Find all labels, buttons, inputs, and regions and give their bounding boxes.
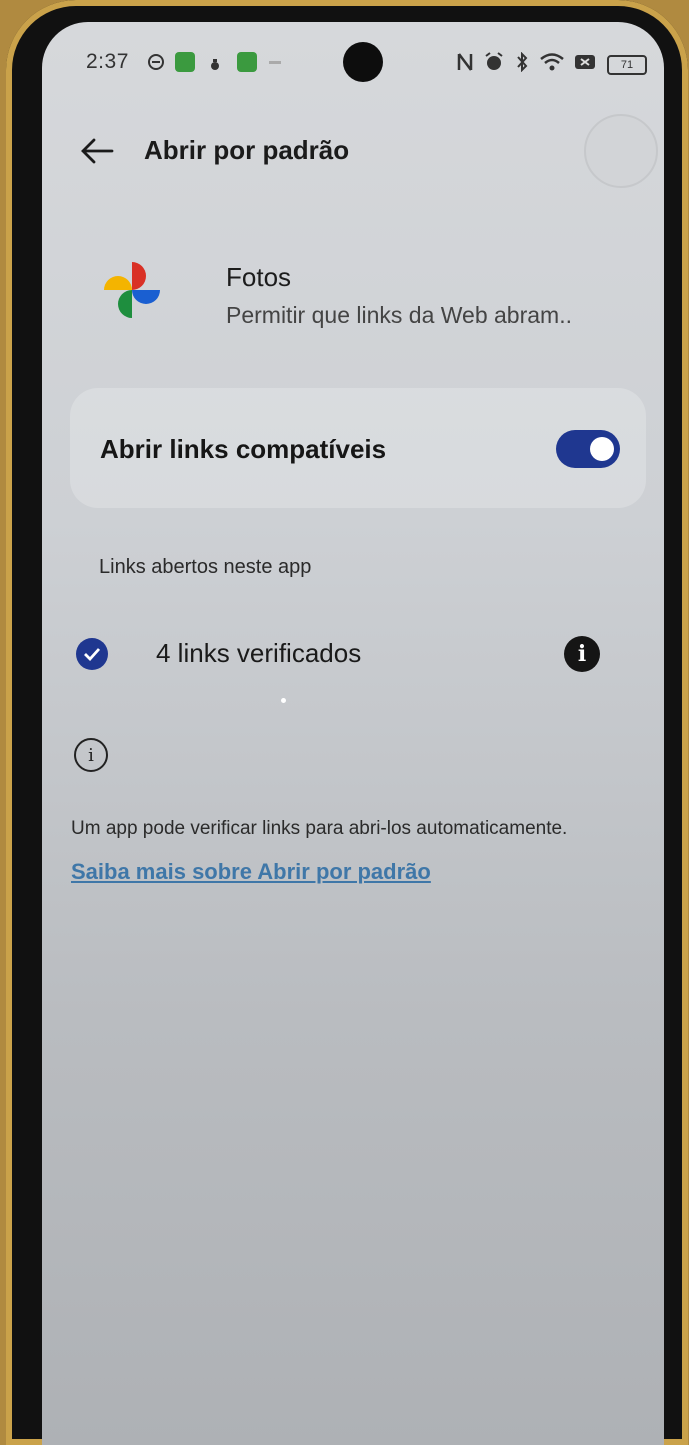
- touch-indicator-dot: [281, 698, 286, 703]
- wifi-icon: [540, 53, 564, 71]
- switch-knob: [590, 437, 614, 461]
- verified-links-row[interactable]: 4 links verificados i: [42, 620, 664, 690]
- alarm-clock-icon: [485, 52, 503, 70]
- status-bar: 2:37 71: [42, 22, 664, 102]
- battery-icon: 71: [607, 55, 647, 75]
- section-header: Links abertos neste app: [99, 556, 312, 578]
- app-bar: Abrir por padrão: [42, 114, 664, 188]
- data-icon: [575, 55, 595, 69]
- app-header: Fotos Permitir que links da Web abram..: [42, 252, 664, 332]
- screen: 2:37 71 Abrir por padrão Fotos Permitir …: [42, 22, 664, 1445]
- status-time: 2:37: [86, 50, 129, 73]
- app-description: Permitir que links da Web abram..: [226, 302, 572, 328]
- dash-icon: [269, 61, 281, 64]
- check-circle-icon: [76, 638, 108, 670]
- info-outline-icon: i: [74, 738, 108, 772]
- back-button[interactable]: [68, 122, 126, 180]
- nfc-icon: [457, 53, 473, 71]
- page-title: Abrir por padrão: [144, 135, 350, 165]
- alarm-small-icon: [211, 59, 219, 70]
- arrow-left-icon: [81, 138, 114, 164]
- verified-links-label: 4 links verificados: [156, 638, 362, 668]
- footer-info-text: Um app pode verificar links para abri-lo…: [71, 818, 568, 839]
- app-name: Fotos: [226, 262, 292, 292]
- open-supported-links-card[interactable]: Abrir links compatíveis: [70, 388, 646, 508]
- open-supported-links-label: Abrir links compatíveis: [100, 434, 387, 464]
- app-green-icon: [237, 52, 257, 72]
- app-green-icon: [175, 52, 195, 72]
- learn-more-link[interactable]: Saiba mais sobre Abrir por padrão: [71, 859, 431, 885]
- notification-icon: [148, 54, 164, 70]
- bluetooth-icon: [517, 52, 528, 72]
- floating-overlay-button[interactable]: [584, 114, 658, 188]
- google-photos-icon: [104, 262, 160, 318]
- phone-frame: 2:37 71 Abrir por padrão Fotos Permitir …: [6, 0, 688, 1445]
- front-camera: [343, 42, 383, 82]
- open-supported-links-switch[interactable]: [556, 430, 620, 468]
- info-filled-icon[interactable]: i: [564, 636, 600, 672]
